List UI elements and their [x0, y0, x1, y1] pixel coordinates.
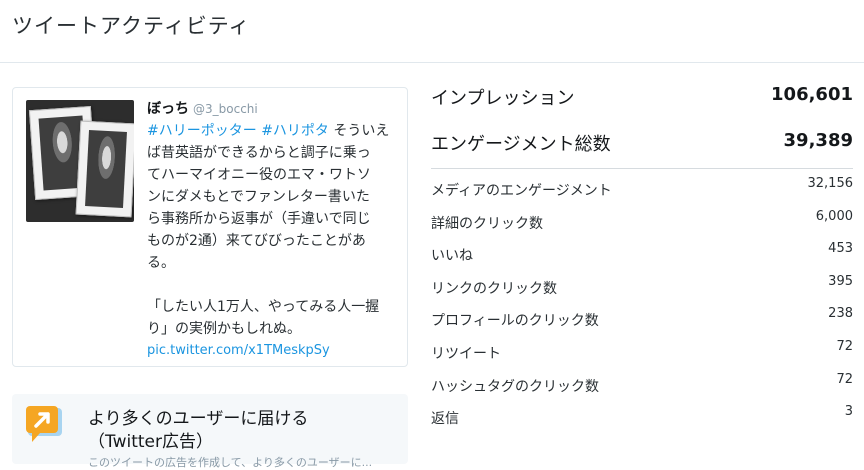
tweet-line: #ハリーポッター #ハリポタ そういえ: [147, 120, 401, 142]
tweet-text-segment: そういえ: [328, 123, 390, 139]
metric-total-engagements[interactable]: エンゲージメント総数 39,389: [431, 126, 853, 172]
engagement-breakdown: メディアのエンゲージメント 32,156 詳細のクリック数 6,000 いいね …: [431, 176, 853, 437]
metric-label: 返信: [431, 411, 459, 428]
metric-value: 453: [828, 241, 853, 257]
tweet-body: ぼっち @3_bocchi #ハリーポッター #ハリポタ そういえ ば昔英語ができ…: [147, 100, 401, 362]
promote-tweet-box[interactable]: より多くのユーザーに届ける （Twitter広告） このツイートの広告を作成して…: [12, 394, 408, 469]
tweet-line: ンにダメもとでファンレター書いた: [147, 189, 370, 205]
metric-replies: 返信 3: [431, 404, 853, 437]
tweet-card[interactable]: ぼっち @3_bocchi #ハリーポッター #ハリポタ そういえ ば昔英語ができ…: [12, 87, 408, 367]
tweet-line: り」の実例かもしれぬ。: [147, 321, 301, 337]
metric-value: 395: [828, 273, 853, 289]
metric-label: リツイート: [431, 345, 501, 362]
tweet-spacer: [147, 274, 401, 296]
tweet-media-image[interactable]: [26, 100, 134, 222]
metric-label: インプレッション: [431, 88, 575, 109]
metric-label: プロフィールのクリック数: [431, 313, 599, 330]
promote-description: このツイートの広告を作成して、より多くのユーザーに...: [88, 456, 373, 469]
tweet-line: ものが2通）来てびびったことがあ: [147, 233, 366, 249]
promote-title-line: （Twitter広告）: [88, 432, 213, 452]
metric-value: 32,156: [807, 176, 854, 191]
tweet-author[interactable]: ぼっち @3_bocchi: [147, 100, 401, 118]
metric-value: 6,000: [815, 208, 853, 224]
metric-label: 詳細のクリック数: [431, 215, 543, 232]
tweet-text: #ハリーポッター #ハリポタ そういえ ば昔英語ができるからと調子に乗っ てハー…: [147, 120, 401, 362]
metric-detail-expands: 詳細のクリック数 6,000: [431, 209, 853, 242]
promote-title[interactable]: より多くのユーザーに届ける （Twitter広告）: [88, 408, 398, 454]
photo-frame-right: [75, 120, 134, 218]
metric-retweets: リツイート 72: [431, 339, 853, 372]
tweet-media-link[interactable]: pic.twitter.com/x1TMeskpSy: [147, 340, 401, 362]
metrics-divider: [431, 168, 853, 169]
hashtag-link[interactable]: #ハリポタ: [261, 123, 329, 139]
metric-media-engagements: メディアのエンゲージメント 32,156: [431, 176, 853, 209]
metric-profile-clicks: プロフィールのクリック数 238: [431, 306, 853, 339]
metric-value: 72: [836, 371, 853, 387]
metric-label: いいね: [431, 248, 473, 265]
metric-label: リンクのクリック数: [431, 280, 557, 297]
tweet-line: ば昔英語ができるからと調子に乗っ: [147, 145, 371, 161]
hashtag-link[interactable]: #ハリーポッター: [147, 123, 257, 139]
author-handle[interactable]: @3_bocchi: [193, 102, 258, 116]
metric-value: 238: [828, 306, 853, 322]
metric-label: ハッシュタグのクリック数: [431, 378, 599, 395]
metric-link-clicks: リンクのクリック数 395: [431, 274, 853, 307]
metric-value: 72: [836, 338, 853, 354]
page-title: ツイートアクティビティ: [12, 14, 251, 38]
metric-label: メディアのエンゲージメント: [431, 183, 612, 199]
metric-hashtag-clicks: ハッシュタグのクリック数 72: [431, 372, 853, 405]
page-header: ツイートアクティビティ: [0, 0, 864, 63]
metric-impressions: インプレッション 106,601: [431, 80, 853, 126]
metric-value: 106,601: [771, 84, 853, 105]
author-name[interactable]: ぼっち: [147, 101, 189, 117]
tweet-line: る。: [147, 255, 175, 271]
tweet-line: てハーマイオニー役のエマ・ワトソ: [147, 167, 371, 183]
tweet-line: 「したい人1万人、やってみる人一握: [147, 299, 380, 315]
metric-value: 3: [844, 404, 853, 420]
metric-label: エンゲージメント総数: [431, 134, 611, 155]
metric-value: 39,389: [783, 130, 853, 151]
metrics-summary: インプレッション 106,601 エンゲージメント総数 39,389: [431, 80, 853, 172]
speech-bubble-arrow-icon: [26, 406, 68, 446]
metric-likes: いいね 453: [431, 241, 853, 274]
tweet-line: ら事務所から返事が（手違いで同じ: [147, 211, 371, 227]
promote-title-line: より多くのユーザーに届ける: [88, 409, 309, 429]
